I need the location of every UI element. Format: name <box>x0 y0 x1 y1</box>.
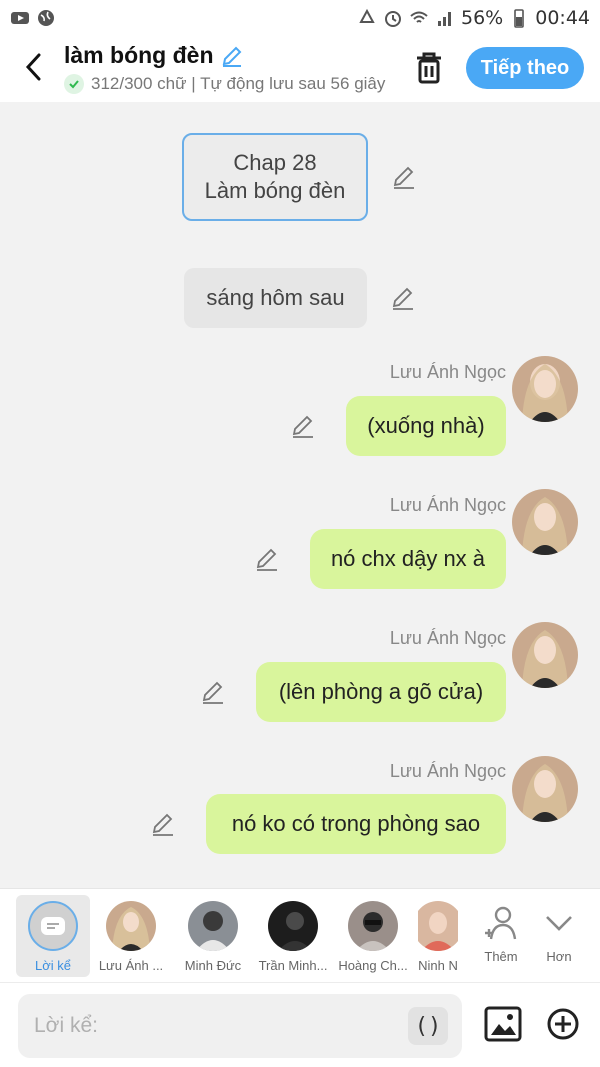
chevron-left-icon <box>25 53 41 81</box>
character-label: Ninh N <box>418 958 458 973</box>
more-label: Hơn <box>546 949 572 964</box>
character-item[interactable]: Trần Minh... <box>256 895 330 977</box>
character-item[interactable]: Minh Đức <box>176 895 250 977</box>
add-button[interactable] <box>546 1007 580 1041</box>
narration-bubble[interactable]: sáng hôm sau <box>184 268 367 328</box>
avatar[interactable] <box>512 489 578 555</box>
battery-icon <box>514 9 525 28</box>
avatar <box>106 901 156 951</box>
character-item[interactable]: Ninh N <box>418 895 458 977</box>
image-icon <box>484 1006 522 1042</box>
dialogue-bubble[interactable]: nó ko có trong phòng sao <box>206 794 506 854</box>
insert-image-button[interactable] <box>484 1005 522 1043</box>
speaker-name: Lưu Ánh Ngọc <box>389 761 506 781</box>
pencil-icon[interactable] <box>290 413 316 439</box>
add-person-icon <box>485 906 517 940</box>
word-count-autosave: 312/300 chữ | Tự động lưu sau 56 giây <box>91 74 386 93</box>
next-button[interactable]: Tiếp theo <box>466 47 584 89</box>
speaker-name: Lưu Ánh Ngọc <box>389 495 506 515</box>
character-label: Minh Đức <box>184 958 242 973</box>
composer: () <box>0 982 600 1067</box>
pencil-icon[interactable] <box>390 285 416 311</box>
message-input[interactable] <box>18 994 462 1058</box>
character-item[interactable]: Hoàng Ch... <box>336 895 410 977</box>
avatar[interactable] <box>512 756 578 822</box>
chapter-heading[interactable]: Chap 28 Làm bóng đèn <box>182 133 368 221</box>
more-characters-button[interactable]: Hơn <box>522 895 596 977</box>
character-label: Lưu Ánh ... <box>98 958 164 973</box>
pencil-icon[interactable] <box>200 679 226 705</box>
globe-icon <box>38 10 54 26</box>
status-bar: 56% 00:44 <box>0 0 600 36</box>
pencil-icon[interactable] <box>391 164 417 190</box>
dialogue-bubble[interactable]: (lên phòng a gõ cửa) <box>256 662 506 722</box>
speaker-name: Lưu Ánh Ngọc <box>389 362 506 382</box>
dialogue-bubble[interactable]: nó chx dậy nx à <box>310 529 506 589</box>
header: làm bóng đèn 312/300 chữ | Tự động lưu s… <box>0 36 600 102</box>
speaker-name: Lưu Ánh Ngọc <box>389 628 506 648</box>
story-title: làm bóng đèn <box>64 42 214 68</box>
signal-icon <box>438 12 451 26</box>
avatar <box>348 901 398 951</box>
delete-button[interactable] <box>412 50 446 86</box>
character-label: Hoàng Ch... <box>338 958 408 973</box>
avatar <box>268 901 318 951</box>
character-label: Trần Minh... <box>258 958 328 973</box>
chat-area[interactable]: Chap 28 Làm bóng đèn sáng hôm sau Lưu Án… <box>0 102 600 888</box>
narration-icon <box>28 901 78 951</box>
parenthesis-button[interactable]: () <box>408 1007 448 1045</box>
dialogue-bubble[interactable]: (xuống nhà) <box>346 396 506 456</box>
plus-circle-icon <box>547 1008 579 1040</box>
avatar <box>188 901 238 951</box>
avatar <box>418 901 458 951</box>
character-selector: Lời kể Lưu Ánh ... Minh Đức Trần Minh...… <box>0 888 600 982</box>
chapter-number: Chap 28 <box>233 150 317 175</box>
check-icon <box>64 74 84 94</box>
back-button[interactable] <box>18 50 48 84</box>
character-label: Lời kể <box>35 958 71 973</box>
story-title-row[interactable]: làm bóng đèn <box>64 42 394 69</box>
trash-icon <box>417 52 441 84</box>
avatar[interactable] <box>512 622 578 688</box>
wifi-icon <box>410 11 428 23</box>
battery-percent: 56% <box>461 7 504 29</box>
save-status: 312/300 chữ | Tự động lưu sau 56 giây <box>64 74 390 94</box>
alarm-icon <box>385 11 401 27</box>
recycle-icon <box>359 8 375 23</box>
avatar[interactable] <box>512 356 578 422</box>
youtube-icon <box>11 12 29 24</box>
character-narrator[interactable]: Lời kể <box>16 895 90 977</box>
chapter-title: Làm bóng đèn <box>204 178 346 203</box>
chevron-down-icon <box>546 916 572 931</box>
character-item[interactable]: Lưu Ánh ... <box>94 895 168 977</box>
edit-title-icon[interactable] <box>220 44 244 68</box>
clock: 00:44 <box>535 7 590 29</box>
pencil-icon[interactable] <box>254 546 280 572</box>
pencil-icon[interactable] <box>150 811 176 837</box>
